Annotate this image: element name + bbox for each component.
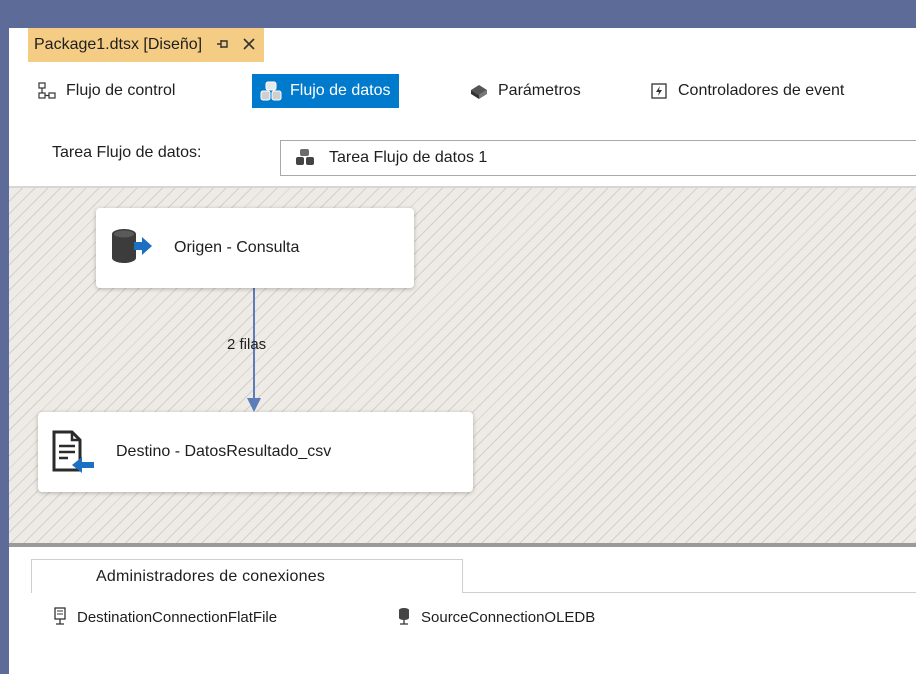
parameters-icon [468,80,490,102]
designer-tab-bar: Flujo de control Flujo de datos Parámetr… [28,62,916,186]
tab-flujo-de-datos[interactable]: Flujo de datos [252,74,399,108]
pin-icon[interactable] [216,37,230,54]
connection-managers-tab[interactable]: Administradores de conexiones [31,559,463,593]
database-source-icon [106,224,154,272]
tab-flujo-de-control[interactable]: Flujo de control [28,74,183,108]
data-flow-icon [260,80,282,102]
task-selector-dropdown[interactable]: Tarea Flujo de datos 1 [280,140,916,176]
tab-controladores-de-eventos[interactable]: Controladores de event [640,74,852,108]
tab-label: Flujo de control [66,82,176,99]
tab-parametros[interactable]: Parámetros [460,74,589,108]
tab-label: Controladores de event [678,82,845,99]
tab-label: Parámetros [498,82,581,99]
connection-managers-panel: Administradores de conexiones Destinatio… [9,547,916,674]
document-well-header [0,0,916,28]
oledb-connection-icon [397,607,413,627]
flat-file-destination-icon [48,428,96,476]
connection-item-label: SourceConnectionOLEDB [421,608,596,626]
source-component[interactable]: Origen - Consulta [96,208,414,288]
connection-item-oledb[interactable]: SourceConnectionOLEDB [397,607,595,627]
event-handlers-icon [648,80,670,102]
source-component-label: Origen - Consulta [174,239,300,256]
data-flow-canvas[interactable]: 2 filas Origen - Consulta Destino - Dato… [9,188,916,543]
connection-managers-tab-label: Administradores de conexiones [96,567,326,585]
destination-component[interactable]: Destino - DatosResultado_csv [38,412,473,492]
task-selector-value: Tarea Flujo de datos 1 [329,149,488,166]
task-selector-row: Tarea Flujo de datos: [52,144,201,162]
connection-managers-tab-line [463,592,916,593]
path-row-count-label: 2 filas [227,336,267,353]
close-icon[interactable] [242,35,256,56]
document-tab-title: Package1.dtsx [Diseño] [34,36,203,53]
control-flow-icon [36,80,58,102]
window-frame-left [0,0,9,674]
connection-item-label: DestinationConnectionFlatFile [77,608,278,626]
task-selector-label: Tarea Flujo de datos: [52,144,202,161]
flat-file-connection-icon [53,607,69,627]
tab-label: Flujo de datos [290,82,391,99]
document-tab[interactable]: Package1.dtsx [Diseño] [28,28,265,62]
ssis-package-designer: Package1.dtsx [Diseño] Flujo de control … [0,0,916,674]
connection-item-flat-file[interactable]: DestinationConnectionFlatFile [53,607,277,627]
destination-component-label: Destino - DatosResultado_csv [116,443,332,460]
data-flow-task-icon [295,148,315,168]
